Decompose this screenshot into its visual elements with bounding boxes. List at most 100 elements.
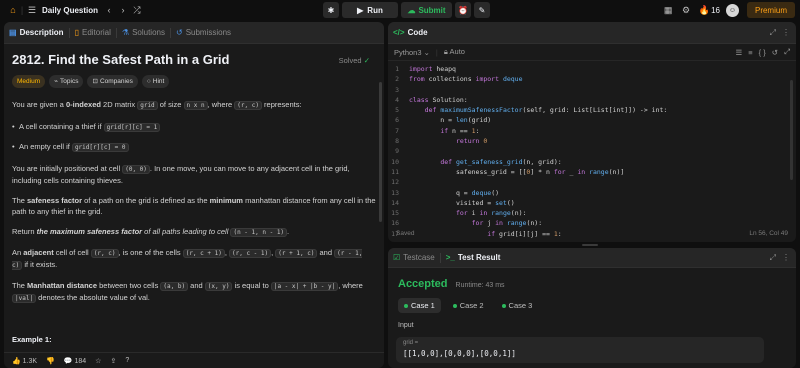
avatar[interactable]: ☺	[725, 3, 739, 17]
verdict-label: Accepted	[398, 278, 448, 290]
tab-description[interactable]: ▤ Description	[4, 22, 69, 44]
notes-icon[interactable]: ✎	[474, 2, 490, 18]
language-label: Python3	[394, 47, 422, 57]
panel-menu-icon[interactable]: ⋮	[782, 28, 790, 38]
code-line: 6 n = len(grid)	[388, 115, 796, 125]
next-problem-icon[interactable]: ›	[116, 3, 130, 17]
comments-button[interactable]: 💬 184	[64, 357, 86, 365]
layout-icon[interactable]: ▦	[661, 3, 675, 17]
input-box[interactable]: grid = [[1,0,0],[0,0,0],[0,0,1]]	[396, 337, 764, 363]
cursor-position: Ln 56, Col 49	[749, 229, 788, 237]
text: adjacent	[23, 248, 54, 257]
code-text: if n == 1:	[440, 126, 480, 135]
tab-editorial[interactable]: ▯ Editorial	[70, 22, 116, 44]
fullscreen-icon[interactable]: ⤢	[784, 47, 790, 57]
text: represents:	[261, 100, 302, 109]
text: , where	[207, 100, 235, 109]
submit-button[interactable]: ☁ Submit	[401, 2, 452, 18]
settings-gear-icon[interactable]: ⚙	[679, 3, 693, 17]
language-select[interactable]: Python3 ⌄	[394, 48, 430, 57]
line-number: 2	[395, 75, 399, 84]
lock-icon: 🔒︎	[443, 47, 448, 56]
line-number: 6	[395, 116, 399, 125]
description-footer: 👍 1.3K 👎 💬 184 ☆ ⇪ ?	[4, 352, 384, 368]
tab-label: Code	[407, 28, 428, 37]
code-line: 11 safeness_grid = [[0] * n for _ in ran…	[388, 167, 796, 177]
companies-button[interactable]: ⊡ Companies	[87, 75, 138, 88]
tab-solutions[interactable]: ⚗ Solutions	[117, 22, 170, 44]
hint-button[interactable]: ○ Hint	[141, 75, 170, 88]
code-line: 14 visited = set()	[388, 198, 796, 208]
pass-dot-icon	[404, 303, 408, 308]
code-line: 8 return 0	[388, 136, 796, 146]
inline-code: grid	[137, 101, 158, 110]
inline-code: n x n	[183, 101, 208, 110]
like-button[interactable]: 👍 1.3K	[12, 357, 37, 365]
tab-code[interactable]: </> Code	[388, 22, 433, 44]
variable-name: grid =	[403, 340, 419, 346]
shuffle-icon[interactable]: ⤮	[130, 3, 144, 17]
tab-submissions[interactable]: ↺ Submissions	[171, 22, 236, 44]
leetcode-logo-icon[interactable]: ⌂	[7, 4, 19, 16]
tab-test-result[interactable]: >_ Test Result	[441, 248, 506, 268]
case-tab-2[interactable]: Case 2	[447, 298, 490, 313]
line-number: 13	[391, 188, 399, 197]
text: An	[12, 248, 24, 257]
solved-status: Solved ✓	[339, 55, 370, 66]
book-icon: ▯	[74, 28, 79, 37]
maximize-icon[interactable]: ⤢	[770, 28, 776, 38]
auto-mode-toggle[interactable]: 🔒︎ Auto	[444, 47, 465, 57]
inline-code: (r, c)	[90, 249, 119, 258]
list-icon[interactable]: ☰	[25, 3, 39, 17]
braces-icon[interactable]: { }	[759, 48, 766, 57]
reset-icon[interactable]: ↺	[772, 48, 778, 57]
inline-code: (n - 1, n - 1)	[230, 228, 288, 237]
tag-icon: ⌁	[54, 78, 59, 85]
debug-icon[interactable]: ✱	[323, 2, 339, 18]
test-result-panel: ☑ Testcase >_ Test Result ⤢ ⋮ Accepted Run…	[388, 248, 796, 368]
pass-dot-icon	[501, 303, 506, 308]
code-text: n = len(grid)	[409, 116, 492, 125]
panel-resize-handle[interactable]	[582, 244, 598, 246]
star-icon[interactable]: ☆	[95, 357, 101, 365]
prev-problem-icon[interactable]: ‹	[102, 3, 116, 17]
paragraph: An adjacent cell of cell (r, c), is one …	[12, 248, 363, 270]
mode-label: Auto	[449, 47, 465, 56]
scrollbar[interactable]	[379, 82, 382, 222]
share-icon[interactable]: ⇪	[110, 357, 116, 365]
problem-list-title[interactable]: Daily Question	[42, 6, 98, 15]
result-tabs: ☑ Testcase >_ Test Result ⤢ ⋮	[388, 248, 796, 268]
format-icon[interactable]: ≡	[748, 48, 752, 57]
line-number: 9	[395, 147, 399, 156]
case-tab-3[interactable]: Case 3	[496, 298, 539, 313]
bookmark-icon[interactable]: ☰	[735, 48, 742, 57]
text: 2D matrix	[100, 100, 138, 109]
dislike-icon[interactable]: 👎	[46, 357, 55, 365]
code-editor[interactable]: 1 import heapq 2 from collections import de…	[388, 61, 796, 239]
premium-button[interactable]: Premium	[746, 2, 795, 18]
text: and	[317, 248, 335, 257]
panel-menu-icon[interactable]: ⋮	[782, 253, 790, 263]
editor-scrollbar[interactable]	[790, 80, 793, 180]
run-button[interactable]: ▶ Run	[342, 2, 398, 18]
hint-label: Hint	[152, 78, 165, 85]
text: minimum	[209, 196, 243, 205]
code-text: return 0	[455, 137, 488, 146]
help-icon[interactable]: ?	[125, 357, 129, 364]
maximize-icon[interactable]: ⤢	[770, 253, 776, 263]
play-icon: ▶	[357, 5, 364, 15]
topics-button[interactable]: ⌁ Topics	[49, 75, 84, 88]
flask-icon: ⚗	[121, 28, 130, 37]
timer-icon[interactable]: ⏰	[455, 2, 471, 18]
code-tabs: </> Code ⤢ ⋮	[388, 22, 796, 44]
topics-label: Topics	[60, 78, 79, 85]
editor-status-bar: Saved Ln 56, Col 49	[388, 224, 796, 242]
top-bar: ⌂ | ☰ Daily Question ‹ › ⤮ ✱ ▶ Run ☁ Submi…	[0, 0, 800, 20]
streak-fire-icon[interactable]: 🔥	[697, 3, 711, 17]
code-text: q = deque()	[409, 188, 500, 197]
case-tab-1[interactable]: Case 1	[398, 298, 441, 313]
tab-testcase[interactable]: ☑ Testcase	[388, 248, 440, 268]
problem-title: 2812. Find the Safest Path in a Grid	[12, 52, 230, 67]
case-label: Case 3	[508, 301, 533, 310]
problem-description: 2812. Find the Safest Path in a Grid Sol…	[4, 52, 384, 368]
